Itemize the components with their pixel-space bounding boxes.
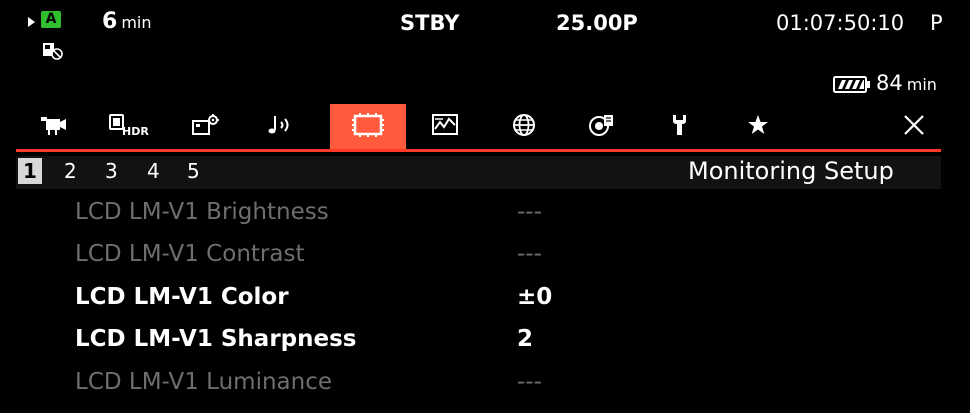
page-5-button[interactable]: 5 bbox=[187, 159, 200, 183]
tab-waveform[interactable] bbox=[408, 104, 484, 150]
star-icon bbox=[746, 113, 770, 141]
page-4-button[interactable]: 4 bbox=[147, 159, 160, 183]
battery-remaining-unit: min bbox=[906, 75, 937, 94]
tab-system[interactable] bbox=[642, 104, 718, 150]
tab-camera[interactable] bbox=[16, 104, 92, 150]
menu-item-contrast: LCD LM-V1 Contrast bbox=[75, 241, 305, 267]
page-2-button[interactable]: 2 bbox=[64, 159, 77, 183]
media-slot-badge: A bbox=[41, 11, 61, 28]
play-indicator-icon bbox=[28, 17, 35, 27]
camera-icon bbox=[40, 114, 68, 140]
media-card-icon bbox=[42, 41, 64, 65]
tab-audio[interactable] bbox=[244, 104, 320, 150]
battery-remaining: 84 min bbox=[876, 71, 937, 95]
timecode-mode: P bbox=[930, 11, 943, 35]
frame-rate: 25.00P bbox=[556, 11, 638, 35]
close-menu-button[interactable] bbox=[876, 104, 952, 150]
network-icon bbox=[511, 112, 537, 142]
monitoring-icon bbox=[351, 112, 385, 142]
menu-item-color-value[interactable]: ±0 bbox=[517, 284, 552, 310]
remaining-time: 6 min bbox=[102, 9, 151, 34]
close-icon bbox=[903, 114, 925, 140]
wrench-icon bbox=[667, 112, 693, 142]
battery-icon bbox=[833, 76, 871, 97]
menu-item-sharpness[interactable]: LCD LM-V1 Sharpness bbox=[75, 326, 356, 352]
menu-item-sharpness-value[interactable]: 2 bbox=[517, 326, 533, 352]
tab-network[interactable] bbox=[486, 104, 562, 150]
tab-hdr[interactable]: HDR bbox=[92, 104, 168, 150]
menu-title: Monitoring Setup bbox=[688, 157, 894, 185]
tab-custom-picture[interactable] bbox=[168, 104, 244, 150]
custom-picture-icon bbox=[191, 113, 221, 141]
hdr-icon: HDR bbox=[107, 112, 153, 142]
audio-icon bbox=[267, 113, 297, 141]
record-status: STBY bbox=[400, 11, 460, 35]
tab-recording-media[interactable] bbox=[564, 104, 640, 150]
menu-item-contrast-value: --- bbox=[517, 241, 542, 267]
tab-my-menu[interactable] bbox=[720, 104, 796, 150]
battery-remaining-value: 84 bbox=[876, 71, 903, 95]
page-3-button[interactable]: 3 bbox=[105, 159, 118, 183]
page-1-button[interactable]: 1 bbox=[18, 158, 42, 184]
remaining-time-unit: min bbox=[121, 13, 152, 32]
menu-item-brightness-value: --- bbox=[517, 199, 542, 225]
recording-media-icon bbox=[587, 112, 617, 142]
remaining-time-value: 6 bbox=[102, 9, 118, 34]
menu-item-color[interactable]: LCD LM-V1 Color bbox=[75, 284, 289, 310]
menu-item-brightness: LCD LM-V1 Brightness bbox=[75, 199, 329, 225]
menu-item-luminance: LCD LM-V1 Luminance bbox=[75, 369, 333, 395]
tab-bar-underline bbox=[16, 149, 941, 152]
waveform-icon bbox=[431, 112, 461, 142]
svg-text:HDR: HDR bbox=[122, 125, 149, 138]
menu-item-luminance-value: --- bbox=[517, 369, 542, 395]
timecode: 01:07:50:10 bbox=[776, 11, 905, 35]
tab-monitoring-setup[interactable] bbox=[330, 104, 406, 150]
